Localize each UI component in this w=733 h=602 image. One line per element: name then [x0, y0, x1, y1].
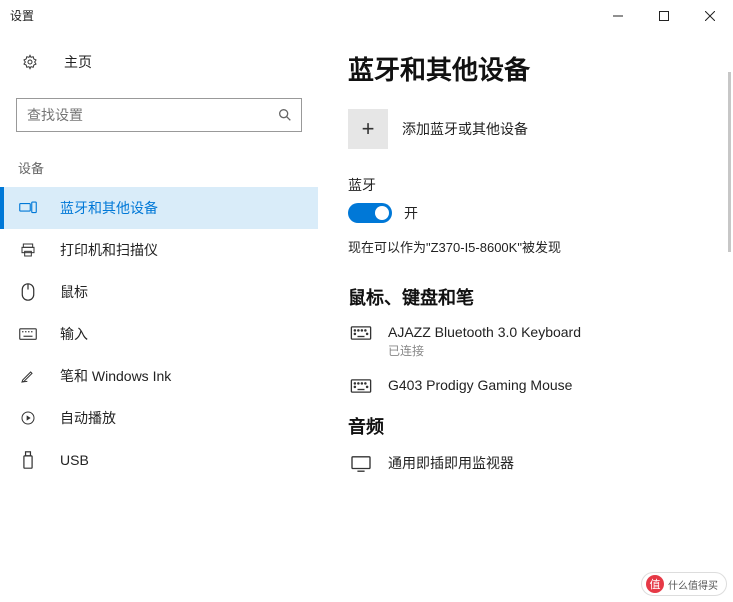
- pen-icon: [18, 368, 38, 384]
- home-label: 主页: [64, 52, 92, 72]
- search-icon: [277, 107, 293, 123]
- mouse-icon: [18, 283, 38, 301]
- monitor-icon: [348, 455, 374, 473]
- nav-bluetooth[interactable]: 蓝牙和其他设备: [0, 187, 318, 229]
- window-controls: [595, 0, 733, 32]
- devices-icon: [18, 201, 38, 215]
- bluetooth-heading: 蓝牙: [348, 175, 709, 195]
- gear-icon: [22, 54, 42, 70]
- keyboard-icon: [348, 379, 374, 393]
- maximize-button[interactable]: [641, 0, 687, 32]
- device-item[interactable]: 通用即插即用监视器: [348, 453, 709, 473]
- page-title: 蓝牙和其他设备: [348, 50, 709, 87]
- minimize-button[interactable]: [595, 0, 641, 32]
- add-button[interactable]: +: [348, 109, 388, 149]
- bluetooth-toggle[interactable]: [348, 203, 392, 223]
- add-device-row[interactable]: + 添加蓝牙或其他设备: [348, 109, 709, 149]
- plus-icon: +: [362, 116, 375, 142]
- nav-label: 自动播放: [60, 408, 116, 428]
- device-name: 通用即插即用监视器: [388, 453, 514, 473]
- watermark-text: 什么值得买: [668, 577, 718, 592]
- discoverable-text: 现在可以作为"Z370-I5-8600K"被发现: [348, 237, 709, 256]
- nav-label: USB: [60, 452, 89, 468]
- nav-autoplay[interactable]: 自动播放: [0, 397, 318, 439]
- add-label: 添加蓝牙或其他设备: [402, 119, 528, 139]
- watermark: 值 什么值得买: [641, 572, 727, 596]
- window-title: 设置: [0, 7, 34, 24]
- nav-label: 打印机和扫描仪: [60, 240, 158, 260]
- search-input[interactable]: [16, 98, 302, 132]
- nav-pen[interactable]: 笔和 Windows Ink: [0, 355, 318, 397]
- nav-label: 笔和 Windows Ink: [60, 366, 171, 386]
- category-mouse-keyboard: 鼠标、键盘和笔: [348, 284, 709, 310]
- toggle-state-label: 开: [404, 203, 418, 223]
- autoplay-icon: [18, 410, 38, 426]
- nav-usb[interactable]: USB: [0, 439, 318, 481]
- main-panel: 蓝牙和其他设备 + 添加蓝牙或其他设备 蓝牙 开 现在可以作为"Z370-I5-…: [318, 32, 733, 602]
- nav-printers[interactable]: 打印机和扫描仪: [0, 229, 318, 271]
- device-status: 已连接: [388, 342, 581, 359]
- keyboard-icon: [18, 328, 38, 340]
- usb-icon: [18, 451, 38, 469]
- home-nav[interactable]: 主页: [0, 40, 318, 84]
- device-item[interactable]: G403 Prodigy Gaming Mouse: [348, 377, 709, 393]
- nav-mouse[interactable]: 鼠标: [0, 271, 318, 313]
- category-audio: 音频: [348, 413, 709, 439]
- nav-label: 蓝牙和其他设备: [60, 198, 158, 218]
- section-label: 设备: [0, 150, 318, 187]
- nav-label: 鼠标: [60, 282, 88, 302]
- device-item[interactable]: AJAZZ Bluetooth 3.0 Keyboard 已连接: [348, 324, 709, 359]
- search-field[interactable]: [27, 107, 277, 123]
- printer-icon: [18, 242, 38, 258]
- device-name: G403 Prodigy Gaming Mouse: [388, 377, 572, 393]
- titlebar: 设置: [0, 0, 733, 32]
- scrollbar[interactable]: [728, 72, 731, 252]
- watermark-icon: 值: [646, 575, 664, 593]
- nav-typing[interactable]: 输入: [0, 313, 318, 355]
- device-name: AJAZZ Bluetooth 3.0 Keyboard: [388, 324, 581, 340]
- keyboard-icon: [348, 326, 374, 340]
- close-button[interactable]: [687, 0, 733, 32]
- nav-label: 输入: [60, 324, 88, 344]
- sidebar: 主页 设备 蓝牙和其他设备 打印机和扫描仪: [0, 32, 318, 602]
